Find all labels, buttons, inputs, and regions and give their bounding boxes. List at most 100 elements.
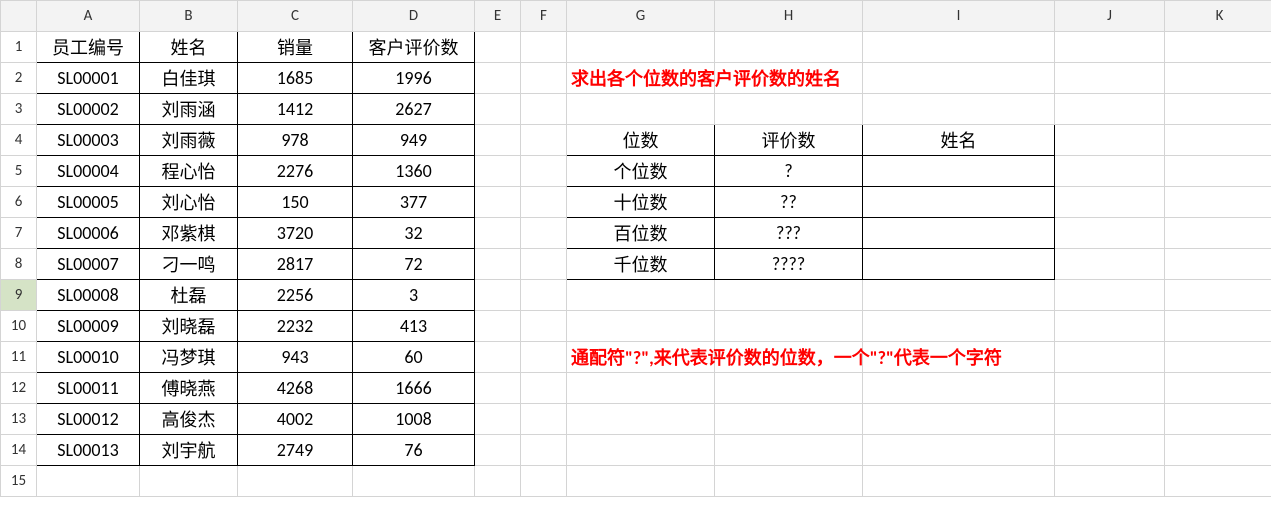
cell-D9[interactable]: 3 (353, 280, 475, 311)
cell-I3[interactable] (863, 94, 1055, 125)
cell-C4[interactable]: 978 (238, 125, 353, 156)
cell-I9[interactable] (863, 280, 1055, 311)
cell-H5[interactable]: ? (715, 156, 863, 187)
cell-A3[interactable]: SL00002 (37, 94, 140, 125)
cell-H10[interactable] (715, 311, 863, 342)
col-header-C[interactable]: C (238, 1, 353, 32)
cell-B11[interactable]: 冯梦琪 (140, 342, 238, 373)
cell-D5[interactable]: 1360 (353, 156, 475, 187)
cell-G3[interactable] (567, 94, 715, 125)
cell-K8[interactable] (1165, 249, 1271, 280)
row-13[interactable]: 13 SL00012 高俊杰 4002 1008 (1, 404, 1271, 435)
row-7[interactable]: 7 SL00006 邓紫棋 3720 32 百位数 ??? (1, 218, 1271, 249)
row-header-2[interactable]: 2 (1, 63, 37, 94)
cell-K3[interactable] (1165, 94, 1271, 125)
cell-F10[interactable] (521, 311, 567, 342)
row-header-8[interactable]: 8 (1, 249, 37, 280)
cell-B7[interactable]: 邓紫棋 (140, 218, 238, 249)
cell-J7[interactable] (1055, 218, 1165, 249)
row-14[interactable]: 14 SL00013 刘宇航 2749 76 (1, 435, 1271, 466)
cell-G13[interactable] (567, 404, 715, 435)
cell-C14[interactable]: 2749 (238, 435, 353, 466)
col-header-I[interactable]: I (863, 1, 1055, 32)
spreadsheet[interactable]: A B C D E F G H I J K 1 员工编号 姓名 销量 客户评价数… (0, 0, 1271, 527)
cell-B3[interactable]: 刘雨涵 (140, 94, 238, 125)
cell-G14[interactable] (567, 435, 715, 466)
row-header-6[interactable]: 6 (1, 187, 37, 218)
cell-D13[interactable]: 1008 (353, 404, 475, 435)
col-header-H[interactable]: H (715, 1, 863, 32)
cell-E14[interactable] (475, 435, 521, 466)
cell-K13[interactable] (1165, 404, 1271, 435)
cell-F8[interactable] (521, 249, 567, 280)
cell-F7[interactable] (521, 218, 567, 249)
col-header-B[interactable]: B (140, 1, 238, 32)
cell-B14[interactable]: 刘宇航 (140, 435, 238, 466)
cell-E1[interactable] (475, 32, 521, 63)
cell-F1[interactable] (521, 32, 567, 63)
grid-table[interactable]: A B C D E F G H I J K 1 员工编号 姓名 销量 客户评价数… (0, 0, 1271, 497)
row-9[interactable]: 9 SL00008 杜磊 2256 3 (1, 280, 1271, 311)
cell-E8[interactable] (475, 249, 521, 280)
cell-G1[interactable] (567, 32, 715, 63)
cell-F6[interactable] (521, 187, 567, 218)
cell-F13[interactable] (521, 404, 567, 435)
cell-I2[interactable] (863, 63, 1055, 94)
cell-A11[interactable]: SL00010 (37, 342, 140, 373)
cell-K11[interactable] (1165, 342, 1271, 373)
cell-E5[interactable] (475, 156, 521, 187)
cell-D15[interactable] (353, 466, 475, 497)
column-header-row[interactable]: A B C D E F G H I J K (1, 1, 1271, 32)
row-header-12[interactable]: 12 (1, 373, 37, 404)
cell-J2[interactable] (1055, 63, 1165, 94)
row-header-1[interactable]: 1 (1, 32, 37, 63)
row-12[interactable]: 12 SL00011 傅晓燕 4268 1666 (1, 373, 1271, 404)
row-header-11[interactable]: 11 (1, 342, 37, 373)
cell-E2[interactable] (475, 63, 521, 94)
cell-C15[interactable] (238, 466, 353, 497)
cell-G12[interactable] (567, 373, 715, 404)
row-11[interactable]: 11 SL00010 冯梦琪 943 60 通配符"?",来代表评价数的位数，一… (1, 342, 1271, 373)
cell-K5[interactable] (1165, 156, 1271, 187)
cell-I13[interactable] (863, 404, 1055, 435)
cell-F14[interactable] (521, 435, 567, 466)
row-2[interactable]: 2 SL00001 白佳琪 1685 1996 求出各个位数的客户评价数的姓名 (1, 63, 1271, 94)
cell-B13[interactable]: 高俊杰 (140, 404, 238, 435)
cell-B12[interactable]: 傅晓燕 (140, 373, 238, 404)
cell-A9[interactable]: SL00008 (37, 280, 140, 311)
cell-C12[interactable]: 4268 (238, 373, 353, 404)
cell-A2[interactable]: SL00001 (37, 63, 140, 94)
cell-D1[interactable]: 客户评价数 (353, 32, 475, 63)
row-header-15[interactable]: 15 (1, 466, 37, 497)
cell-F2[interactable] (521, 63, 567, 94)
cell-I7[interactable] (863, 218, 1055, 249)
cell-H12[interactable] (715, 373, 863, 404)
cell-I6[interactable] (863, 187, 1055, 218)
cell-E13[interactable] (475, 404, 521, 435)
cell-D12[interactable]: 1666 (353, 373, 475, 404)
cell-A14[interactable]: SL00013 (37, 435, 140, 466)
row-header-7[interactable]: 7 (1, 218, 37, 249)
row-header-14[interactable]: 14 (1, 435, 37, 466)
cell-H13[interactable] (715, 404, 863, 435)
row-header-13[interactable]: 13 (1, 404, 37, 435)
cell-H7[interactable]: ??? (715, 218, 863, 249)
cell-J15[interactable] (1055, 466, 1165, 497)
cell-F9[interactable] (521, 280, 567, 311)
cell-A13[interactable]: SL00012 (37, 404, 140, 435)
cell-J6[interactable] (1055, 187, 1165, 218)
cell-K1[interactable] (1165, 32, 1271, 63)
cell-I4[interactable]: 姓名 (863, 125, 1055, 156)
cell-H4[interactable]: 评价数 (715, 125, 863, 156)
cell-K7[interactable] (1165, 218, 1271, 249)
cell-J8[interactable] (1055, 249, 1165, 280)
cell-D4[interactable]: 949 (353, 125, 475, 156)
cell-C10[interactable]: 2232 (238, 311, 353, 342)
cell-B6[interactable]: 刘心怡 (140, 187, 238, 218)
row-header-3[interactable]: 3 (1, 94, 37, 125)
cell-A4[interactable]: SL00003 (37, 125, 140, 156)
row-10[interactable]: 10 SL00009 刘晓磊 2232 413 (1, 311, 1271, 342)
cell-A5[interactable]: SL00004 (37, 156, 140, 187)
cell-I1[interactable] (863, 32, 1055, 63)
cell-D8[interactable]: 72 (353, 249, 475, 280)
